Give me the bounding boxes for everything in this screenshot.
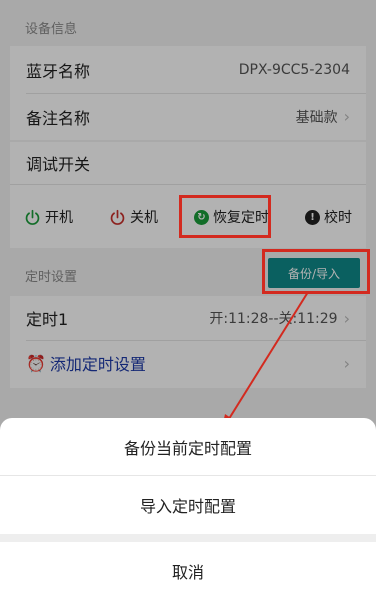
restore-timer-highlight [179, 195, 271, 238]
app-page: 设备信息 蓝牙名称 DPX-9CC5-2304 备注名称 基础款 › 调试开关 [0, 0, 376, 600]
sheet-gap [0, 534, 376, 542]
action-sheet: 备份当前定时配置 导入定时配置 取消 [0, 418, 376, 600]
backup-current-timer-button[interactable]: 备份当前定时配置 [0, 418, 376, 475]
cancel-button[interactable]: 取消 [0, 542, 376, 600]
import-timer-button[interactable]: 导入定时配置 [0, 476, 376, 534]
backup-import-highlight [262, 249, 370, 294]
